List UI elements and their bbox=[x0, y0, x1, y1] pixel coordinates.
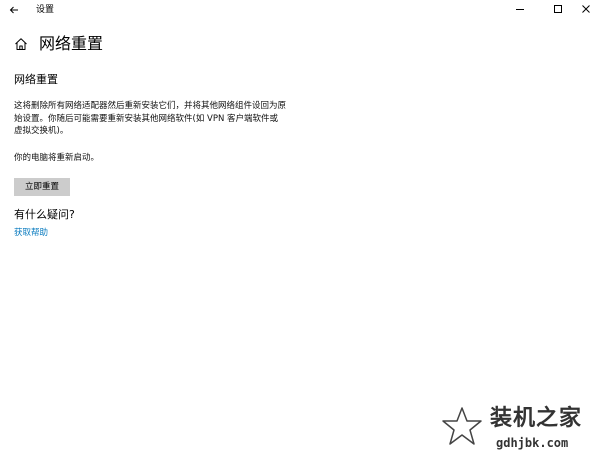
minimize-icon bbox=[516, 9, 524, 10]
back-arrow-icon bbox=[9, 6, 18, 14]
title-bar: 设置 bbox=[0, 0, 600, 20]
restart-note: 你的电脑将重新启动。 bbox=[14, 153, 100, 163]
star-logo-icon bbox=[442, 407, 482, 445]
watermark: 装机之家 gdhjbk.com bbox=[440, 404, 600, 459]
get-help-link[interactable]: 获取帮助 bbox=[14, 227, 48, 239]
maximize-button[interactable] bbox=[548, 1, 568, 17]
watermark-name: 装机之家 bbox=[490, 406, 583, 431]
minimize-button[interactable] bbox=[510, 1, 530, 17]
maximize-icon bbox=[554, 5, 562, 13]
section-description: 这将删除所有网络适配器然后重新安装它们，并将其他网络组件设回为原始设置。你随后可… bbox=[14, 101, 287, 136]
close-button[interactable] bbox=[576, 1, 596, 17]
home-icon[interactable] bbox=[14, 37, 28, 51]
watermark-url: gdhjbk.com bbox=[496, 436, 569, 450]
page-header: 网络重置 bbox=[14, 33, 103, 55]
page-title: 网络重置 bbox=[39, 34, 104, 53]
close-icon bbox=[582, 5, 590, 13]
window-title: 设置 bbox=[36, 5, 55, 15]
help-question: 有什么疑问? bbox=[14, 208, 75, 221]
reset-now-button[interactable]: 立即重置 bbox=[14, 178, 70, 196]
back-button[interactable] bbox=[6, 2, 22, 18]
section-title: 网络重置 bbox=[14, 73, 58, 86]
